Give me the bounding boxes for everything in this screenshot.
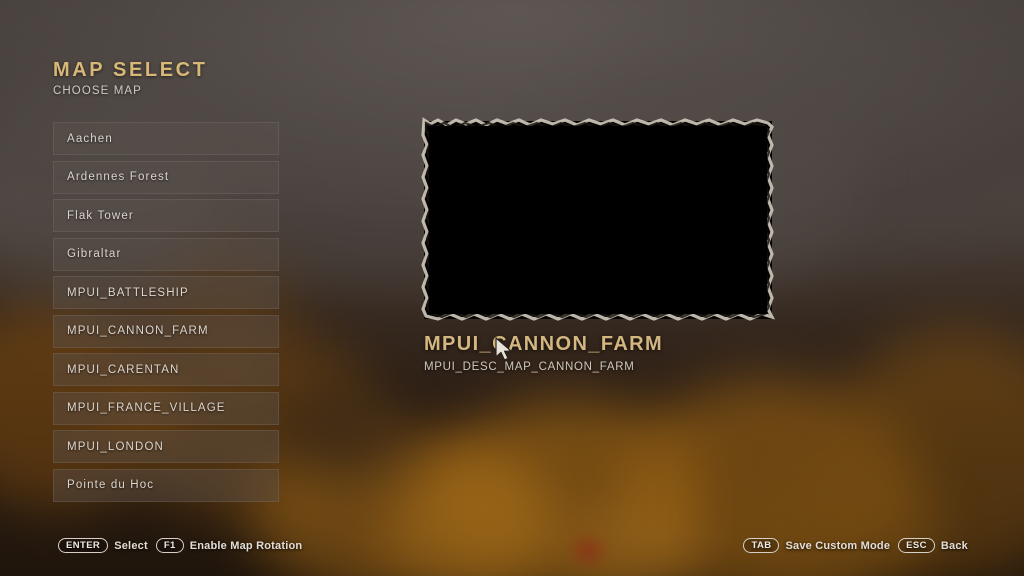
map-list-item-label: Pointe du Hoc	[67, 479, 155, 491]
map-list-item[interactable]: Pointe du Hoc	[53, 468, 279, 502]
keycap-enter: ENTER	[58, 538, 109, 553]
map-list-item[interactable]: Gibraltar	[53, 237, 279, 271]
page-subtitle: CHOOSE MAP	[53, 85, 142, 97]
map-list-item-label: Flak Tower	[67, 209, 134, 222]
keycap-tab: TAB	[743, 538, 780, 553]
hint-label: Save Custom Mode	[785, 539, 891, 552]
keycap-f1: F1	[155, 538, 184, 553]
page-title: MAP SELECT	[53, 59, 208, 81]
map-list-item[interactable]: Ardennes Forest	[53, 160, 279, 194]
hint-esc[interactable]: ESC Back	[898, 538, 968, 553]
hints-right: TAB Save Custom Mode ESC Back	[743, 538, 968, 553]
map-list-item[interactable]: Aachen	[53, 122, 279, 155]
map-list-item-label: Aachen	[67, 132, 113, 145]
bg-blob	[575, 540, 601, 562]
map-list-item-label: Gibraltar	[67, 248, 122, 260]
map-list-item-label: MPUI_CARENTAN	[67, 363, 180, 376]
hint-label: Select	[114, 539, 148, 552]
hint-label: Back	[940, 539, 968, 552]
hints-left: ENTER Select F1 Enable Map Rotation	[58, 538, 302, 553]
map-list-item[interactable]: MPUI_BATTLESHIP	[53, 276, 279, 309]
map-list-item[interactable]: MPUI_CANNON_FARM	[53, 314, 279, 348]
map-list-item[interactable]: MPUI_FRANCE_VILLAGE	[53, 391, 279, 425]
map-list-item-label: MPUI_CANNON_FARM	[67, 325, 209, 337]
map-preview-frame	[421, 117, 776, 321]
bg-blob	[430, 400, 710, 576]
map-list-item[interactable]: Flak Tower	[53, 199, 279, 232]
bg-blob	[720, 470, 940, 576]
bg-blob	[280, 390, 400, 480]
preview-description: MPUI_DESC_MAP_CANNON_FARM	[424, 361, 635, 373]
map-list-item-label: MPUI_FRANCE_VILLAGE	[67, 402, 226, 414]
map-list: Aachen Ardennes Forest Flak Tower Gibraltar…	[53, 122, 279, 507]
map-preview-image	[429, 126, 767, 314]
hint-label: Enable Map Rotation	[189, 539, 303, 552]
map-list-item[interactable]: MPUI_LONDON	[53, 430, 279, 463]
map-list-item-label: MPUI_BATTLESHIP	[67, 286, 189, 299]
bg-blob	[250, 430, 550, 576]
left-panel: MAP SELECT CHOOSE MAP	[53, 58, 279, 97]
keycap-esc: ESC	[898, 538, 935, 553]
map-list-item[interactable]: MPUI_CARENTAN	[53, 353, 279, 386]
map-list-item-label: Ardennes Forest	[67, 171, 170, 183]
map-list-item-label: MPUI_LONDON	[67, 440, 164, 453]
bg-blob	[560, 500, 710, 576]
hint-tab[interactable]: TAB Save Custom Mode	[743, 538, 890, 553]
preview-title: MPUI_CANNON_FARM	[424, 333, 664, 355]
map-preview-panel	[421, 117, 776, 321]
bg-blob	[380, 470, 560, 576]
hint-enter[interactable]: ENTER Select	[58, 538, 148, 553]
hint-f1[interactable]: F1 Enable Map Rotation	[155, 538, 303, 553]
